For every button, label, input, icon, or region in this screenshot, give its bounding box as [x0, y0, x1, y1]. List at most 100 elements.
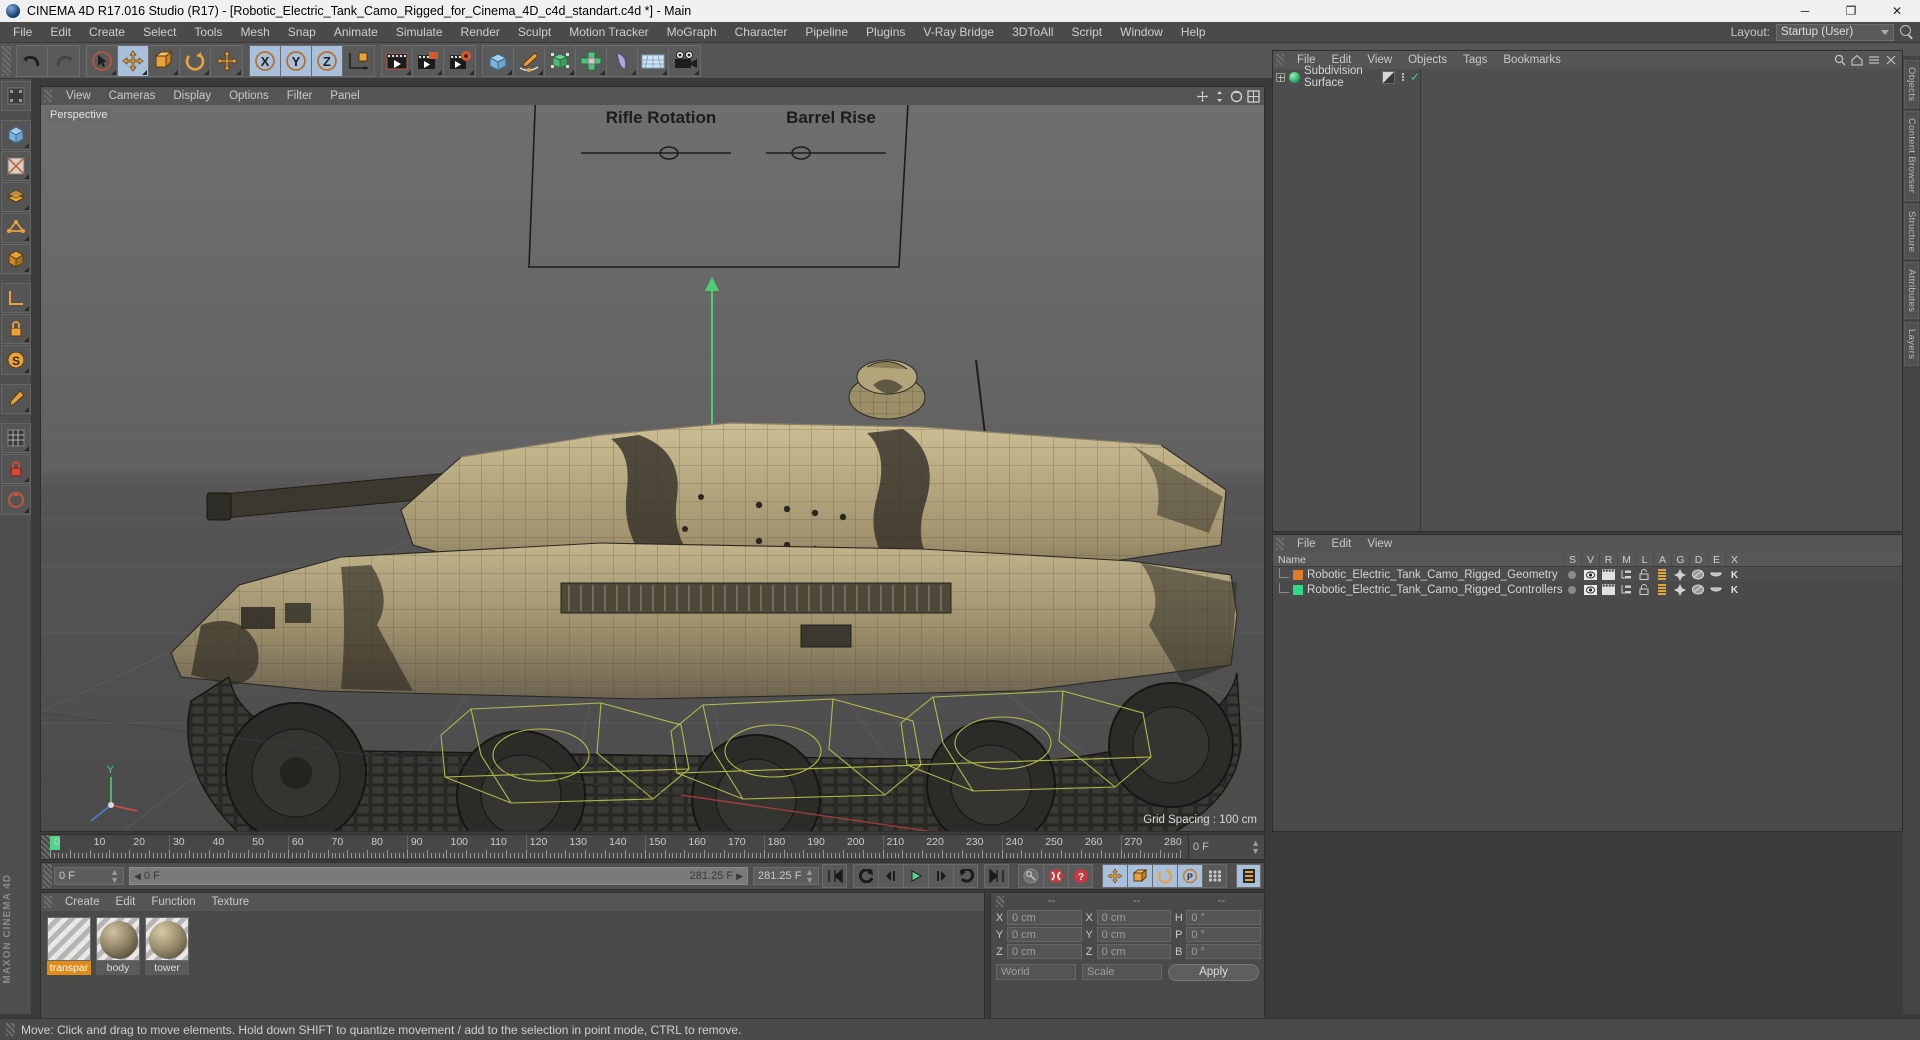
- cell-render[interactable]: [1599, 584, 1617, 595]
- lock-workplane-button[interactable]: [0, 314, 31, 344]
- rotation-p-field[interactable]: 0 °: [1186, 927, 1262, 942]
- menu-item-character[interactable]: Character: [726, 22, 797, 43]
- uv-transform-button[interactable]: [0, 485, 31, 515]
- position-z-field[interactable]: 0 cm: [1007, 944, 1082, 959]
- world-object-axis-button[interactable]: [343, 45, 374, 76]
- environment-floor-button[interactable]: [638, 45, 669, 76]
- nurbs-generator-button[interactable]: [545, 45, 576, 76]
- array-deformer-button[interactable]: [576, 45, 607, 76]
- menu-item-select[interactable]: Select: [134, 22, 185, 43]
- viewport-menu-filter[interactable]: Filter: [278, 90, 322, 102]
- menu-item-simulate[interactable]: Simulate: [387, 22, 452, 43]
- toolbar-grip[interactable]: [2, 45, 11, 76]
- menu-item-pipeline[interactable]: Pipeline: [796, 22, 857, 43]
- axis-modify-button[interactable]: [0, 283, 31, 313]
- edges-mode-button[interactable]: [0, 213, 31, 243]
- menu-item-snap[interactable]: Snap: [279, 22, 325, 43]
- home-icon[interactable]: [1851, 54, 1863, 66]
- rotation-h-field[interactable]: 0 °: [1186, 910, 1262, 925]
- viewport-menu-display[interactable]: Display: [164, 90, 220, 102]
- material-thumbnail[interactable]: [145, 917, 189, 961]
- search-icon[interactable]: [1900, 25, 1914, 39]
- menu-item-motion-tracker[interactable]: Motion Tracker: [560, 22, 657, 43]
- move-tool-button[interactable]: [118, 45, 149, 76]
- key-scale-button[interactable]: [1127, 864, 1152, 888]
- menu-item-create[interactable]: Create: [80, 22, 134, 43]
- expand-icon[interactable]: [1276, 72, 1285, 82]
- collapse-icon[interactable]: [1868, 54, 1880, 66]
- make-editable-button[interactable]: [0, 81, 31, 111]
- cell-expression[interactable]: [1707, 585, 1725, 595]
- cell-render[interactable]: [1599, 569, 1617, 580]
- menu-item-file[interactable]: File: [4, 22, 41, 43]
- snap-settings-button[interactable]: S: [0, 345, 31, 375]
- rotate-icon[interactable]: [1230, 90, 1243, 103]
- go-to-start-button[interactable]: [822, 864, 847, 888]
- loop-button[interactable]: [953, 864, 978, 888]
- rotate-tool-button[interactable]: [180, 45, 211, 76]
- viewport-menu-view[interactable]: View: [57, 90, 100, 102]
- rotation-b-field[interactable]: 0 °: [1186, 944, 1262, 959]
- undo-button[interactable]: [17, 45, 48, 76]
- layer-name-cell[interactable]: Robotic_Electric_Tank_Camo_Rigged_Contro…: [1273, 582, 1563, 597]
- next-frame-button[interactable]: [928, 864, 953, 888]
- size-x-field[interactable]: 0 cm: [1096, 910, 1172, 925]
- select-tool-button[interactable]: [87, 45, 118, 76]
- mm-menu-edit[interactable]: Edit: [108, 896, 144, 908]
- check-icon[interactable]: ✓: [1410, 70, 1420, 84]
- material-item[interactable]: tower: [145, 917, 189, 975]
- cell-generator[interactable]: [1671, 583, 1689, 596]
- status-bar-grip[interactable]: [6, 1023, 15, 1036]
- position-x-field[interactable]: 0 cm: [1007, 910, 1082, 925]
- lm-menu-edit[interactable]: Edit: [1324, 538, 1360, 550]
- cell-solo[interactable]: [1563, 585, 1581, 594]
- viewport-menu-panel[interactable]: Panel: [321, 90, 368, 102]
- layer-manager-grip[interactable]: [1276, 538, 1284, 550]
- layout-select[interactable]: Startup (User): [1776, 23, 1894, 41]
- coordinates-grip[interactable]: [996, 895, 1004, 907]
- scale-tool-button[interactable]: [149, 45, 180, 76]
- menu-item-animate[interactable]: Animate: [325, 22, 387, 43]
- apply-button[interactable]: Apply: [1168, 963, 1259, 981]
- om-menu-tags[interactable]: Tags: [1455, 54, 1495, 66]
- tag-icon[interactable]: [1381, 70, 1395, 84]
- model-mode-button[interactable]: [0, 120, 31, 150]
- object-tree[interactable]: Subdivision Surface ✓: [1273, 65, 1421, 531]
- cube-primitive-button[interactable]: [483, 45, 514, 76]
- spinner-icon[interactable]: ▲ ▼: [805, 868, 814, 885]
- layer-color-swatch[interactable]: [1293, 584, 1303, 595]
- menu-item-tools[interactable]: Tools: [185, 22, 231, 43]
- previous-frame-button[interactable]: [878, 864, 903, 888]
- cell-solo[interactable]: [1563, 570, 1581, 579]
- viewport-menu-grip[interactable]: [44, 90, 52, 102]
- key-rotation-button[interactable]: [1152, 864, 1177, 888]
- maximize-viewport-icon[interactable]: [1247, 89, 1260, 103]
- coordinate-mode-select[interactable]: Scale: [1082, 964, 1162, 980]
- mm-menu-create[interactable]: Create: [57, 896, 108, 908]
- table-row[interactable]: Robotic_Electric_Tank_Camo_Rigged_Geomet…: [1273, 567, 1902, 582]
- menu-item-script[interactable]: Script: [1062, 22, 1111, 43]
- menu-item-mograph[interactable]: MoGraph: [658, 22, 726, 43]
- tab-layers[interactable]: Layers: [1904, 321, 1919, 367]
- cell-xpresso[interactable]: K: [1725, 569, 1743, 580]
- om-menu-objects[interactable]: Objects: [1400, 54, 1455, 66]
- menu-item-edit[interactable]: Edit: [41, 22, 80, 43]
- menu-item-render[interactable]: Render: [452, 22, 509, 43]
- move-duplicate-button[interactable]: [211, 45, 242, 76]
- timeline-frame-field[interactable]: 0 F ▲ ▼: [1188, 835, 1264, 859]
- viewport-canvas[interactable]: Rifle Rotation Barrel Rise Y Grid Spacin…: [41, 105, 1264, 831]
- tab-content-browser[interactable]: Content Browser: [1904, 111, 1919, 201]
- lm-menu-view[interactable]: View: [1359, 538, 1400, 550]
- tab-attributes[interactable]: Attributes: [1904, 261, 1919, 319]
- record-active-objects-button[interactable]: [1043, 864, 1068, 888]
- om-menu-bookmarks[interactable]: Bookmarks: [1495, 54, 1569, 66]
- cell-visible[interactable]: [1581, 584, 1599, 595]
- minimize-button[interactable]: ─: [1782, 0, 1828, 22]
- points-mode-button[interactable]: [0, 182, 31, 212]
- layer-color-swatch[interactable]: [1293, 569, 1303, 580]
- tab-structure[interactable]: Structure: [1904, 203, 1919, 259]
- coordinate-space-select[interactable]: World: [996, 964, 1076, 980]
- maximize-button[interactable]: ❐: [1828, 0, 1874, 22]
- redo-button[interactable]: [48, 45, 79, 76]
- material-thumbnail[interactable]: [47, 917, 91, 961]
